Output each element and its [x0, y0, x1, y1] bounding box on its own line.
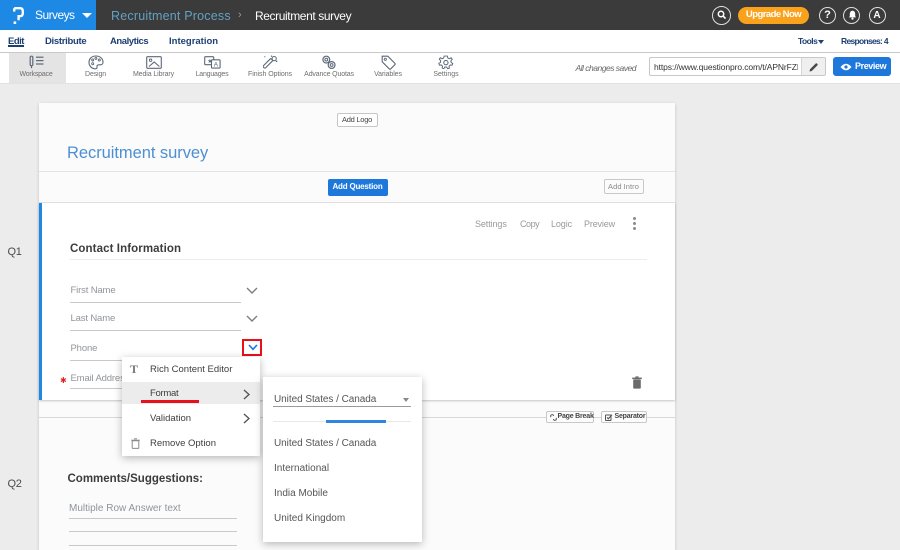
svg-text:A: A: [214, 62, 219, 69]
svg-text:★: ★: [207, 58, 212, 65]
